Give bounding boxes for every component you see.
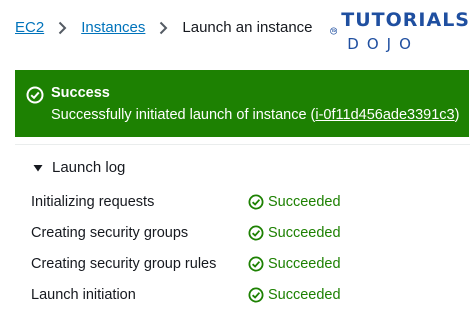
breadcrumb-instances-link[interactable]: Instances — [81, 19, 145, 36]
tutorials-dojo-logo: TD TUTORIALS DOJO — [330, 2, 470, 60]
breadcrumb-ec2-link[interactable]: EC2 — [15, 19, 44, 36]
flash-title: Success — [51, 85, 110, 101]
check-circle-icon — [248, 256, 264, 272]
logo-mark-text: TD — [331, 29, 336, 33]
log-row-label: Launch initiation — [31, 287, 136, 303]
log-row-label: Creating security groups — [31, 225, 189, 241]
flash-message: Successfully initiated launch of instanc… — [51, 107, 459, 123]
status-text: Succeeded — [268, 194, 341, 210]
status-text: Succeeded — [268, 225, 341, 241]
launch-log-panel: Launch log Initializing requests Succeed… — [15, 144, 470, 322]
status-text: Succeeded — [268, 287, 341, 303]
check-circle-icon — [26, 86, 44, 104]
caret-down-icon — [33, 164, 43, 171]
flash-message-prefix: Successfully initiated launch of instanc… — [51, 107, 316, 123]
status-text: Succeeded — [268, 256, 341, 272]
check-circle-icon — [248, 225, 264, 241]
instance-id-link[interactable]: i-0f11d456ade3391c3 — [315, 107, 454, 123]
logo-line1: TUTORIALS — [341, 9, 470, 31]
breadcrumb: EC2 Instances Launch an instance — [15, 19, 313, 36]
status-succeeded: Succeeded — [248, 256, 341, 272]
td-logo-icon: TD — [330, 27, 338, 35]
launch-log-title: Launch log — [52, 159, 126, 176]
logo-line2: DOJO — [347, 35, 419, 53]
status-succeeded: Succeeded — [248, 225, 341, 241]
log-row-label: Initializing requests — [31, 194, 155, 210]
check-circle-icon — [248, 287, 264, 303]
flash-message-suffix: ) — [454, 107, 460, 123]
success-flashbar: Success Successfully initiated launch of… — [15, 70, 469, 137]
status-succeeded: Succeeded — [248, 287, 341, 303]
chevron-right-icon — [159, 21, 168, 35]
chevron-right-icon — [58, 21, 67, 35]
check-circle-icon — [248, 194, 264, 210]
log-row-label: Creating security group rules — [31, 256, 217, 272]
status-succeeded: Succeeded — [248, 194, 341, 210]
launch-log-toggle[interactable]: Launch log — [33, 159, 125, 176]
breadcrumb-current: Launch an instance — [182, 19, 313, 36]
